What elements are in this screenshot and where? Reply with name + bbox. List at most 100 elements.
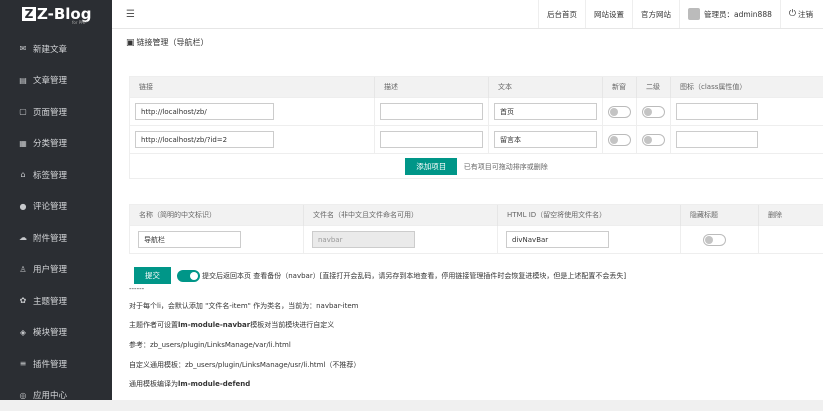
add-item-hint: 已有项目可拖动排序或删除 — [464, 163, 548, 171]
sidebar-item[interactable]: ▢ 页面管理 — [0, 96, 112, 128]
sidebar-item[interactable]: ◈ 模块管理 — [0, 317, 112, 349]
note-line: 主题作者可设置lm-module-navbar模板对当前模块进行自定义 — [129, 320, 334, 330]
icon-class-input[interactable] — [676, 103, 758, 120]
note-line: 对于每个li，会默认添加 "文件名-item" 作为类名，当前为：navbar-… — [129, 301, 359, 311]
sidebar-item-label: 模块管理 — [33, 326, 67, 338]
sidebar-item-label: 主题管理 — [33, 295, 67, 307]
sidebar-item-label: 页面管理 — [33, 106, 67, 118]
sidebar-nav: ✉ 新建文章 ▤ 文章管理 ▢ 页面管理 ▦分类管理 ⌂ 标签管理 ● 评论管理 ☁附件管理 ♙ 用户管理… — [0, 28, 112, 411]
logo-letter: Z — [22, 7, 36, 21]
sidebar-item[interactable]: ◎应用中心 — [0, 380, 112, 411]
sidebar-item-label: 评论管理 — [33, 200, 67, 212]
power-icon: ⏻ — [789, 9, 796, 19]
sidebar-item-icon: ≡ — [18, 359, 28, 368]
col-second-level: 二级 — [637, 77, 671, 98]
logout-label: 注销 — [798, 9, 813, 20]
sidebar-item-label: 标签管理 — [33, 169, 67, 181]
sidebar-item[interactable]: ▦分类管理 — [0, 128, 112, 160]
sidebar-item-icon: ▤ — [18, 76, 28, 85]
page-title: ▣ 链接管理（导航栏） — [126, 37, 209, 48]
sidebar-item-label: 插件管理 — [33, 358, 67, 370]
sidebar-item-icon: ⌂ — [18, 170, 28, 179]
sidebar-item[interactable]: ☁附件管理 — [0, 222, 112, 254]
col-link: 链接 — [130, 77, 375, 98]
module-html-id-input[interactable]: divNavBar — [506, 231, 609, 248]
new-window-toggle[interactable] — [608, 134, 631, 146]
note-text: 主题作者可设置 — [129, 321, 178, 329]
menu-toggle-icon[interactable]: ☰ — [126, 9, 135, 20]
note-bold: lm-module-navbar — [178, 321, 250, 329]
module-filename-input: navbar — [312, 231, 415, 248]
table-row[interactable]: http://localhost/zb/ 首页 — [130, 98, 823, 126]
links-table: 链接 描述 文本 新窗 二级 图标（class属性值） http://local… — [130, 77, 823, 178]
col-delete: 删除 — [759, 205, 823, 226]
table-row[interactable]: 导航栏 navbar divNavBar — [130, 226, 823, 254]
col-text: 文本 — [489, 77, 603, 98]
sidebar-item[interactable]: ● 评论管理 — [0, 191, 112, 223]
link-text-input[interactable]: 首页 — [494, 103, 597, 120]
submit-toggle-label: 提交后返回本页 查看备份（navbar）[直接打开会乱码，请另存到本地查看，停用… — [202, 271, 626, 281]
return-toggle[interactable] — [177, 270, 200, 282]
sidebar-item-icon: ✉ — [18, 44, 28, 53]
col-html-id: HTML ID（留空将使用文件名） — [498, 205, 681, 226]
note-text: 模板对当前模块进行自定义 — [250, 321, 334, 329]
link-url-input[interactable]: http://localhost/zb/ — [135, 103, 274, 120]
col-filename: 文件名（非中文且文件命名可用） — [304, 205, 498, 226]
add-item-button[interactable]: 添加项目 — [405, 158, 457, 175]
table-row[interactable]: http://localhost/zb/?id=2 留言本 — [130, 126, 823, 154]
sidebar-item[interactable]: ✿主题管理 — [0, 285, 112, 317]
sidebar: Z Z-Blog for PHP ✉ 新建文章 ▤ 文章管理 ▢ 页面管理 ▦分类管理 ⌂ 标签… — [0, 0, 112, 400]
window-icon: ▣ — [126, 38, 135, 48]
link-desc-input[interactable] — [380, 131, 483, 148]
note-line: 自定义通用模板：zb_users/plugin/LinksManage/usr/… — [129, 360, 360, 370]
submit-button[interactable]: 提交 — [134, 267, 171, 284]
page-title-text: 链接管理（导航栏） — [137, 37, 209, 48]
sidebar-item-label: 新建文章 — [33, 43, 67, 55]
sidebar-item-icon: ▢ — [18, 107, 28, 116]
topbar: ☰ 后台首页 网站设置 官方网站 管理员：admin888 ⏻注销 — [112, 0, 823, 29]
logo-sub: for PHP — [72, 20, 87, 25]
avatar — [688, 8, 700, 20]
link-url-input[interactable]: http://localhost/zb/?id=2 — [135, 131, 274, 148]
top-link-home[interactable]: 后台首页 — [538, 0, 585, 28]
logo[interactable]: Z Z-Blog for PHP — [0, 0, 112, 28]
sidebar-item-icon: ☁ — [18, 233, 28, 242]
sidebar-item[interactable]: ≡ 插件管理 — [0, 348, 112, 380]
top-link-settings[interactable]: 网站设置 — [585, 0, 632, 28]
links-panel: 链接 描述 文本 新窗 二级 图标（class属性值） http://local… — [129, 76, 823, 179]
hide-title-toggle[interactable] — [703, 234, 726, 246]
main-content: ▣ 链接管理（导航栏） 链接 描述 文本 新窗 二级 图标（class属性值） … — [112, 29, 823, 400]
link-desc-input[interactable] — [380, 103, 483, 120]
sidebar-item-icon: ♙ — [18, 265, 28, 274]
second-level-toggle[interactable] — [642, 134, 665, 146]
module-table: 名称（简明的中文标识） 文件名（非中文且文件命名可用） HTML ID（留空将使… — [130, 205, 823, 253]
col-hide-title: 隐藏标题 — [681, 205, 759, 226]
sidebar-item[interactable]: ♙ 用户管理 — [0, 254, 112, 286]
col-desc: 描述 — [375, 77, 489, 98]
col-icon-class: 图标（class属性值） — [671, 77, 823, 98]
module-panel: 名称（简明的中文标识） 文件名（非中文且文件命名可用） HTML ID（留空将使… — [129, 204, 823, 254]
module-name-input[interactable]: 导航栏 — [138, 231, 241, 248]
sidebar-item-label: 应用中心 — [33, 389, 67, 401]
icon-class-input[interactable] — [676, 131, 758, 148]
note-line: 通用模板编译为lm-module-defend — [129, 379, 250, 389]
note-bold: lm-module-defend — [178, 380, 250, 388]
sidebar-item[interactable]: ⌂ 标签管理 — [0, 159, 112, 191]
sidebar-item-label: 文章管理 — [33, 74, 67, 86]
sidebar-item-label: 分类管理 — [33, 137, 67, 149]
sidebar-item-icon: ◈ — [18, 328, 28, 337]
top-link-official[interactable]: 官方网站 — [632, 0, 679, 28]
sidebar-item[interactable]: ▤ 文章管理 — [0, 65, 112, 97]
logout-link[interactable]: ⏻注销 — [780, 0, 823, 28]
sidebar-item-icon: ● — [18, 202, 28, 211]
user-label: 管理员：admin888 — [704, 9, 772, 20]
second-level-toggle[interactable] — [642, 106, 665, 118]
sidebar-item[interactable]: ✉ 新建文章 — [0, 33, 112, 65]
notes-divider: ------ — [129, 285, 144, 293]
note-line: 参考：zb_users/plugin/LinksManage/var/li.ht… — [129, 340, 291, 350]
sidebar-item-label: 用户管理 — [33, 263, 67, 275]
link-text-input[interactable]: 留言本 — [494, 131, 597, 148]
new-window-toggle[interactable] — [608, 106, 631, 118]
user-menu[interactable]: 管理员：admin888 — [679, 0, 780, 28]
col-new-window: 新窗 — [603, 77, 637, 98]
